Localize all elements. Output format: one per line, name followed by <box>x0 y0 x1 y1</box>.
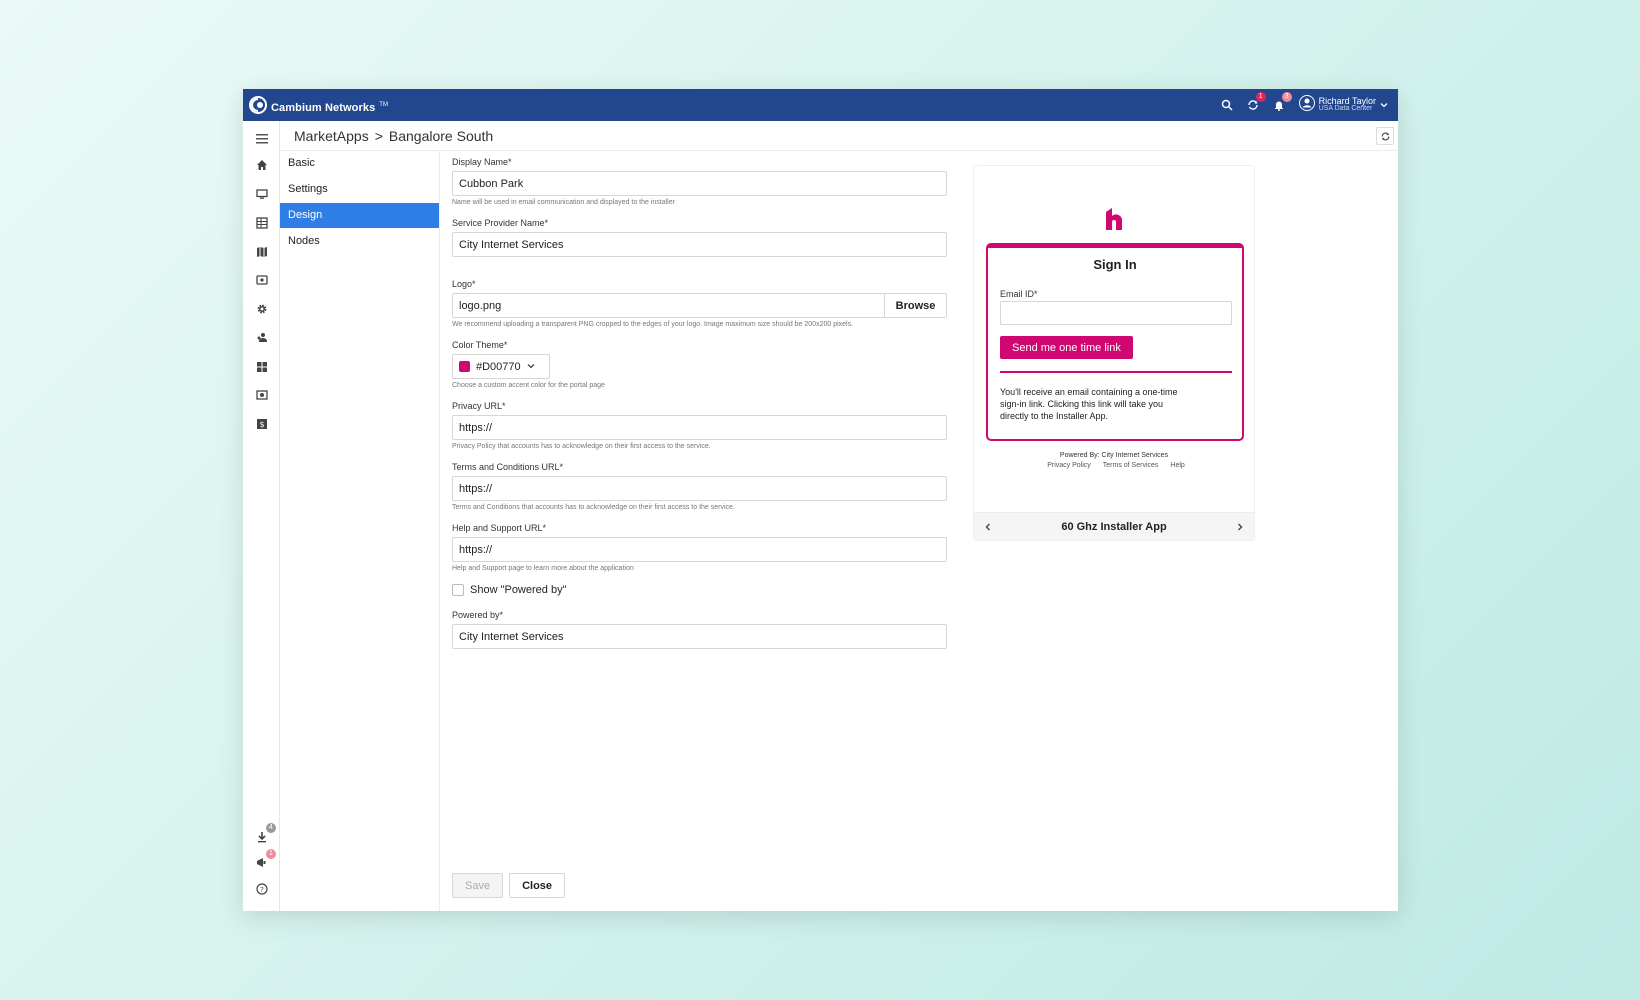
sync-icon[interactable]: 1 <box>1245 92 1266 113</box>
user-menu[interactable]: Richard Taylor USA Data Center <box>1298 94 1388 116</box>
display-name-label: Display Name* <box>452 157 512 167</box>
apps-icon[interactable] <box>254 359 270 375</box>
terms-link[interactable]: Terms of Services <box>1103 462 1159 469</box>
preview-pager: 60 Ghz Installer App <box>974 512 1254 540</box>
terms-url-label: Terms and Conditions URL* <box>452 462 564 472</box>
refresh-icon[interactable] <box>1376 127 1394 145</box>
menu-icon[interactable] <box>254 131 270 147</box>
chevron-right-icon[interactable] <box>1236 518 1244 536</box>
help-url-hint: Help and Support page to learn more abou… <box>452 565 634 572</box>
gear-icon[interactable] <box>254 301 270 317</box>
sync-badge: 1 <box>1255 92 1266 102</box>
sign-in-title: Sign In <box>1093 257 1137 272</box>
section-nav-design[interactable]: Design <box>280 203 439 228</box>
breadcrumb-current: Bangalore South <box>388 128 494 144</box>
send-link-button[interactable]: Send me one time link <box>1000 336 1133 359</box>
help-link[interactable]: Help <box>1170 462 1184 469</box>
design-form: Display Name* Cubbon Park Name will be u… <box>452 157 947 659</box>
users-icon[interactable] <box>254 330 270 346</box>
color-theme-select[interactable]: #D00770 <box>452 354 550 379</box>
map-icon[interactable] <box>254 244 270 260</box>
help-url-label: Help and Support URL* <box>452 523 547 533</box>
svg-text:$: $ <box>259 420 264 429</box>
provider-name-label: Service Provider Name* <box>452 218 549 228</box>
portal-preview: Sign In Email ID* Send me one time link … <box>973 165 1255 541</box>
dollar-icon[interactable]: $ <box>254 416 270 432</box>
bell-icon[interactable]: 3 <box>1271 92 1292 113</box>
download-badge: 4 <box>266 823 276 833</box>
privacy-url-label: Privacy URL* <box>452 401 506 411</box>
powered-by-input[interactable]: City Internet Services <box>452 624 947 649</box>
sign-in-note: You'll receive an email containing a one… <box>1000 387 1178 421</box>
user-name: Richard Taylor <box>1318 96 1376 106</box>
preview-powered-by: Powered By: City Internet Services <box>1059 452 1169 459</box>
save-button[interactable]: Save <box>452 873 504 898</box>
brand-name: Cambium Networks <box>271 101 376 114</box>
cambium-logo-icon <box>249 96 267 119</box>
logo-label: Logo* <box>452 279 476 289</box>
browse-button[interactable]: Browse <box>884 294 946 317</box>
color-theme-hint: Choose a custom accent color for the por… <box>452 382 605 389</box>
logo-file-picker: logo.png Browse <box>452 293 947 318</box>
download-icon[interactable]: 4 <box>254 823 276 845</box>
section-nav-nodes[interactable]: Nodes <box>280 229 439 254</box>
preview-app-name: 60 Ghz Installer App <box>1061 520 1167 533</box>
color-theme-label: Color Theme* <box>452 340 508 350</box>
sign-in-card: Sign In Email ID* Send me one time link … <box>986 243 1244 441</box>
top-bar: Cambium Networks TM 1 3 Richard Taylor U… <box>243 89 1398 121</box>
breadcrumb-separator: > <box>374 128 383 144</box>
close-button[interactable]: Close <box>509 873 566 898</box>
form-actions: Save Close <box>452 873 566 898</box>
show-powered-by-checkbox[interactable] <box>452 584 464 596</box>
left-rail: $ 4 1 ? <box>243 121 280 911</box>
help-url-input[interactable]: https:// <box>452 537 947 562</box>
user-datacenter: USA Data Center <box>1318 105 1373 112</box>
svg-text:?: ? <box>260 886 264 894</box>
display-name-hint: Name will be used in email communication… <box>452 199 675 206</box>
logo-file-input[interactable]: logo.png <box>453 294 884 317</box>
email-label: Email ID* <box>1000 289 1038 299</box>
terms-url-input[interactable]: https:// <box>452 476 947 501</box>
section-nav-settings[interactable]: Settings <box>280 177 439 202</box>
privacy-url-input[interactable]: https:// <box>452 415 947 440</box>
breadcrumb-bar: MarketApps > Bangalore South <box>280 121 1398 151</box>
search-icon[interactable] <box>1219 97 1235 113</box>
breadcrumb: MarketApps > Bangalore South <box>294 128 493 144</box>
email-input[interactable] <box>1000 301 1232 325</box>
avatar-icon <box>1298 94 1315 116</box>
megaphone-icon[interactable]: 1 <box>254 849 276 871</box>
privacy-policy-link[interactable]: Privacy Policy <box>1047 462 1091 469</box>
preview-footer-links: Privacy Policy Terms of Services Help <box>974 462 1254 469</box>
display-name-input[interactable]: Cubbon Park <box>452 171 947 196</box>
color-theme-value: #D00770 <box>476 360 521 373</box>
show-powered-by-row: Show "Powered by" <box>452 584 947 596</box>
show-powered-by-label: Show "Powered by" <box>470 584 567 596</box>
chevron-left-icon[interactable] <box>984 518 992 536</box>
app-window: Cambium Networks TM 1 3 Richard Taylor U… <box>243 89 1398 911</box>
chevron-down-icon <box>1380 96 1388 114</box>
provider-name-input[interactable]: City Internet Services <box>452 232 947 257</box>
divider <box>1000 371 1232 373</box>
color-swatch <box>459 361 470 372</box>
brand[interactable]: Cambium Networks TM <box>249 96 388 119</box>
section-nav-basic[interactable]: Basic <box>280 151 439 176</box>
help-icon[interactable]: ? <box>254 881 270 897</box>
announce-badge: 1 <box>266 849 276 859</box>
chevron-down-icon <box>527 361 535 373</box>
brand-trademark: TM <box>379 101 388 108</box>
breadcrumb-parent[interactable]: MarketApps <box>294 128 369 144</box>
home-icon[interactable] <box>254 157 270 173</box>
portal-logo-icon <box>1104 206 1124 235</box>
section-nav: Basic Settings Design Nodes <box>280 151 440 911</box>
privacy-url-hint: Privacy Policy that accounts has to ackn… <box>452 443 711 450</box>
terms-url-hint: Terms and Conditions that accounts has t… <box>452 504 735 511</box>
table-icon[interactable] <box>254 215 270 231</box>
provider-name-hint <box>452 260 947 269</box>
monitor-icon[interactable] <box>254 186 270 202</box>
powered-by-label: Powered by* <box>452 610 504 620</box>
alerts-badge: 3 <box>1281 92 1292 102</box>
logo-hint: We recommend uploading a transparent PNG… <box>452 321 854 328</box>
wifi-box-icon[interactable] <box>254 272 270 288</box>
camera-icon[interactable] <box>254 387 270 403</box>
